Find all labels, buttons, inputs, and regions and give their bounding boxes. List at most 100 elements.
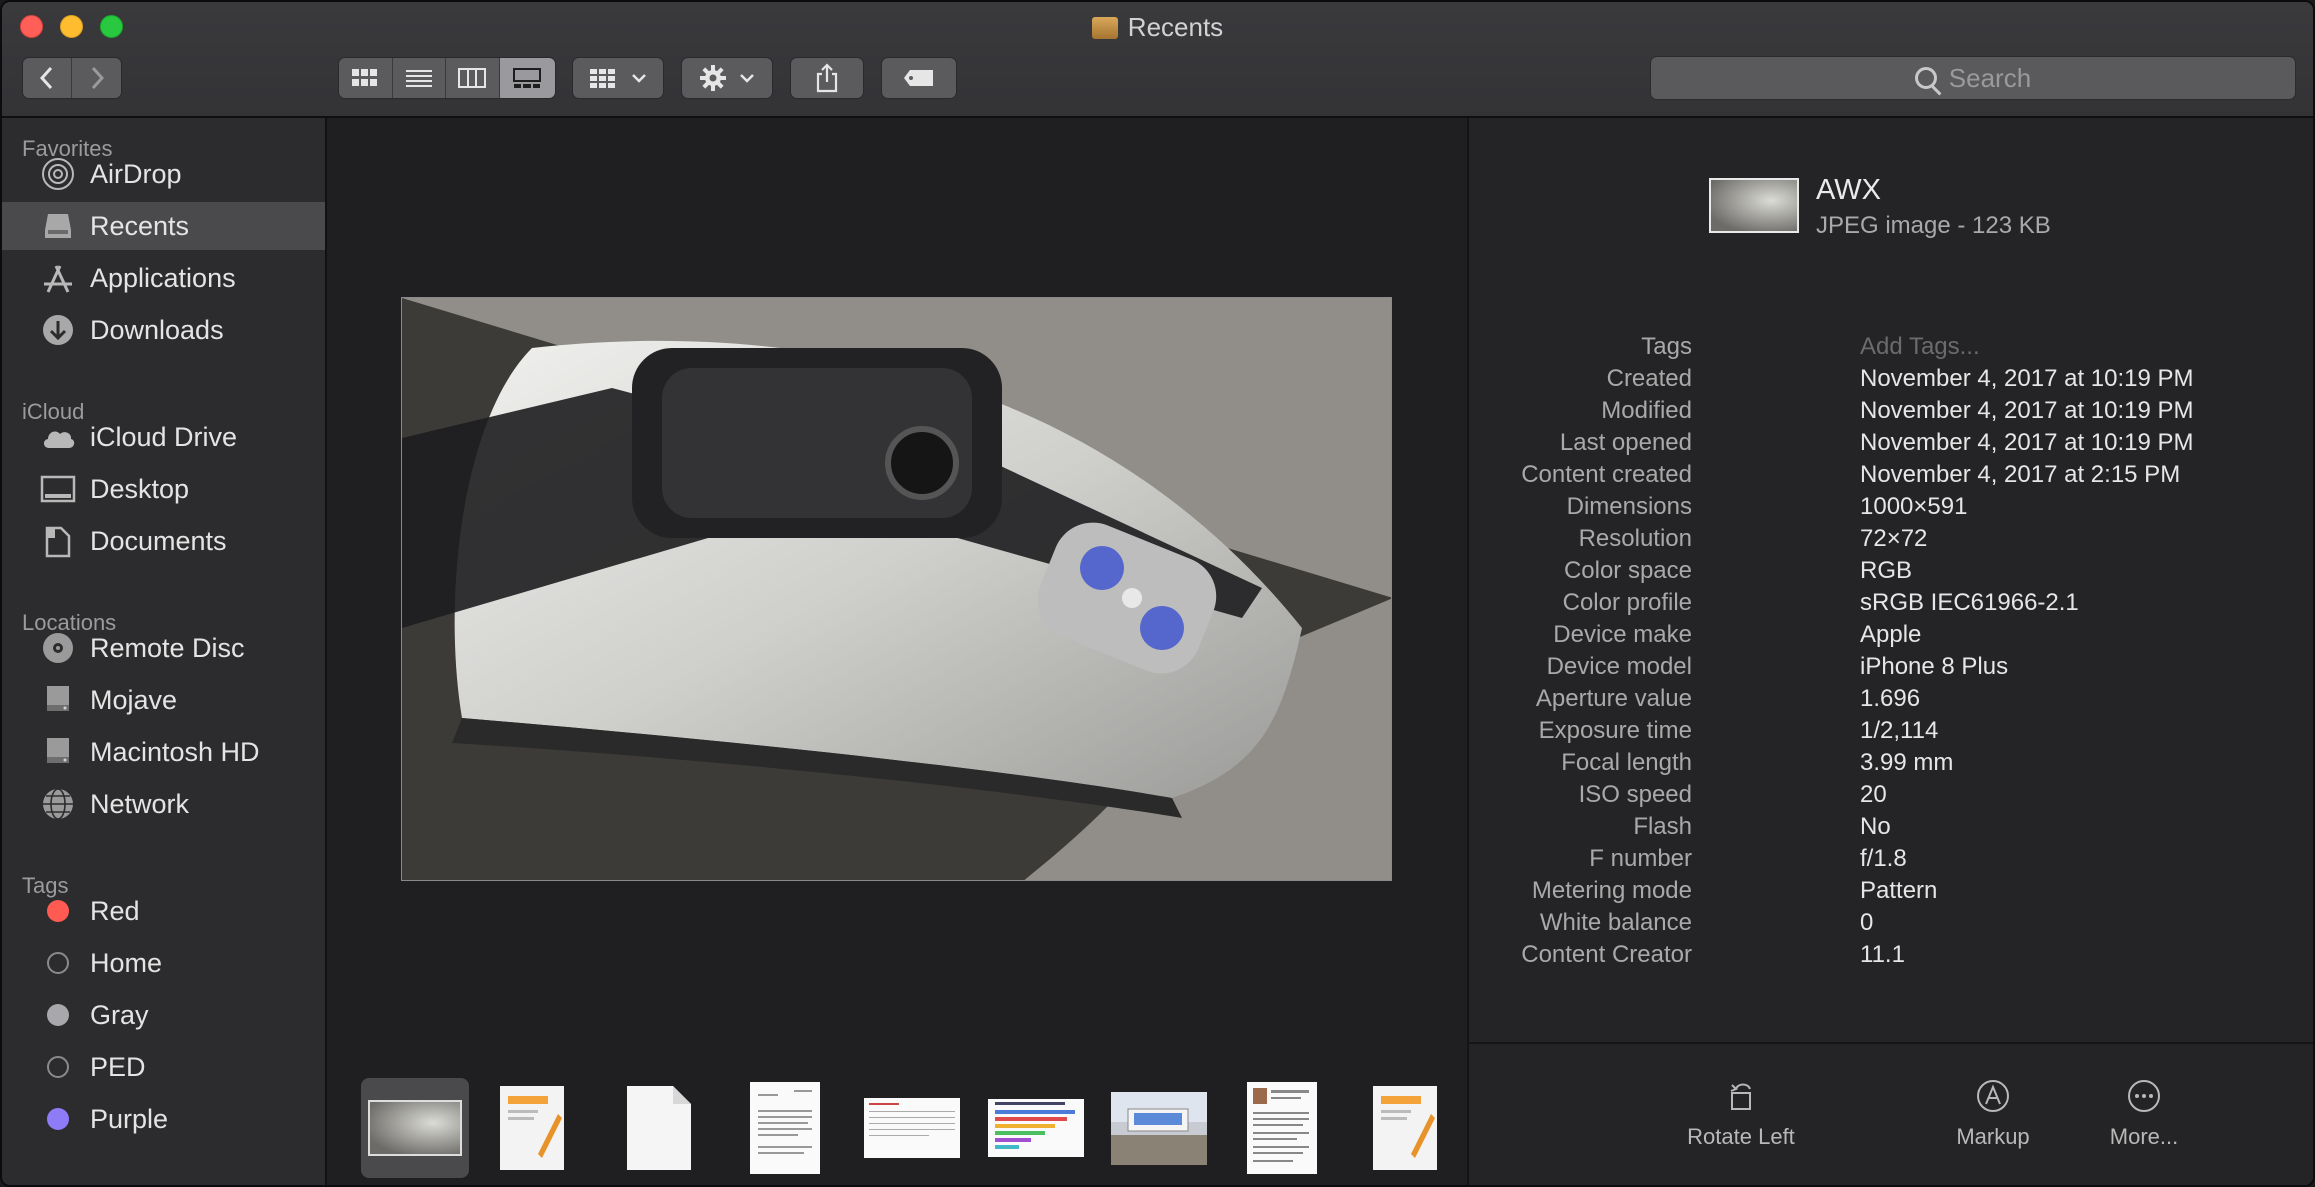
meta-row: Aperture value 1.696 — [1535, 685, 1921, 712]
cloud-icon — [40, 419, 76, 455]
sidebar-item-tag-red[interactable]: Red — [2, 887, 325, 935]
rotate-left-icon — [1730, 1083, 1751, 1110]
sidebar-item-label: iCloud Drive — [90, 421, 238, 452]
chevron-left-icon — [39, 66, 53, 90]
action-menu-button[interactable] — [681, 57, 773, 99]
list-view-button[interactable] — [392, 58, 446, 98]
group-grid-icon — [590, 69, 615, 88]
sidebar-item-tag-home[interactable]: Home — [2, 939, 325, 987]
edit-tags-button[interactable] — [881, 57, 957, 99]
thumbnail-resume-doc[interactable] — [1244, 1078, 1320, 1178]
sidebar-item-label: Home — [90, 947, 163, 978]
add-tags-field[interactable]: Add Tags... — [1860, 333, 1980, 361]
sidebar-item-tag-purple[interactable]: Purple — [2, 1095, 325, 1143]
forward-button[interactable] — [72, 58, 121, 98]
more-button[interactable]: More... — [2044, 1068, 2244, 1150]
info-inspector: AWX JPEG image - 123 KB Tags Add Tags... … — [1467, 118, 2313, 1185]
resume-document-icon — [1247, 1082, 1317, 1174]
gallery-thumbnail-strip — [327, 1054, 1467, 1185]
group-by-button[interactable] — [572, 57, 664, 99]
more-icon — [2128, 1080, 2160, 1112]
gear-icon — [700, 65, 726, 91]
meta-row: White balance 0 — [1539, 909, 1874, 936]
gallery-icon — [513, 68, 542, 88]
meta-row: Device make Apple — [1553, 621, 1922, 648]
share-button[interactable] — [790, 57, 864, 99]
sidebar-item-label: Network — [90, 788, 190, 819]
disc-icon — [40, 630, 76, 666]
sidebar-item-desktop[interactable]: Desktop — [2, 465, 325, 513]
sidebar-item-airdrop[interactable]: AirDrop — [2, 150, 325, 198]
sidebar-item-tag-gray[interactable]: Gray — [2, 991, 325, 1039]
column-view-button[interactable] — [446, 58, 500, 98]
sidebar-item-tag-ped[interactable]: PED — [2, 1043, 325, 1091]
sidebar-item-label: Applications — [90, 262, 236, 293]
back-button[interactable] — [23, 58, 73, 98]
thumbnail-pages-doc-1[interactable] — [497, 1078, 567, 1178]
phone-and-watch-photo — [402, 298, 1391, 880]
rotate-left-button[interactable]: Rotate Left — [1641, 1068, 1841, 1150]
purple-tag-icon — [47, 1108, 69, 1130]
empty-tag-icon — [47, 952, 69, 974]
search-field[interactable]: Search — [1650, 56, 2296, 100]
sidebar-item-downloads[interactable]: Downloads — [2, 306, 325, 354]
thumbnail-letter-doc[interactable] — [747, 1078, 823, 1178]
toolbar: Recents Search — [2, 2, 2313, 118]
meta-row: Flash No — [1633, 813, 1891, 840]
list-icon — [405, 70, 432, 87]
thumbnail-pages-doc-2[interactable] — [1370, 1078, 1440, 1178]
view-mode-control — [338, 57, 556, 99]
gallery-area — [327, 118, 1467, 1185]
chevron-down-icon — [632, 74, 646, 83]
chevron-down-icon — [740, 74, 754, 83]
thumbnail-spreadsheet[interactable] — [862, 1078, 962, 1178]
meta-row: F number f/1.8 — [1589, 845, 1907, 872]
thumbnail-awx[interactable] — [361, 1078, 469, 1178]
sidebar-item-recents[interactable]: Recents — [2, 202, 325, 250]
chevron-right-icon — [91, 66, 104, 90]
thumbnail-bar-chart-doc[interactable] — [986, 1078, 1086, 1178]
sidebar-item-network[interactable]: Network — [2, 780, 325, 828]
drive-icon — [40, 734, 76, 770]
sidebar-item-documents[interactable]: Documents — [2, 517, 325, 565]
sidebar-item-label: Downloads — [90, 314, 224, 345]
documents-icon — [40, 523, 76, 559]
sidebar-item-macintosh-hd[interactable]: Macintosh HD — [2, 728, 325, 776]
search-icon — [1914, 67, 1937, 89]
sidebar-item-mojave[interactable]: Mojave — [2, 676, 325, 724]
empty-tag-icon — [47, 1056, 69, 1078]
meta-row: ISO speed 20 — [1578, 781, 1887, 808]
thumbnail-building-photo[interactable] — [1109, 1078, 1209, 1178]
finder-window: Recents Search Favorites AirDrop Recents… — [0, 0, 2315, 1187]
meta-row: Modified November 4, 2017 at 10:19 PM — [1601, 397, 2194, 424]
chart-document-icon — [988, 1099, 1084, 1157]
meta-row: Created November 4, 2017 at 10:19 PM — [1606, 365, 2194, 392]
sidebar-item-remote-disc[interactable]: Remote Disc — [2, 624, 325, 672]
building-photo-icon — [1111, 1092, 1207, 1165]
meta-row-tags: Tags Add Tags... — [1641, 333, 1980, 361]
airdrop-icon — [40, 156, 76, 192]
file-name: AWX — [1816, 174, 1881, 206]
file-kind-size: JPEG image - 123 KB — [1816, 212, 2051, 239]
columns-icon — [458, 68, 487, 88]
icon-view-button[interactable] — [339, 58, 393, 98]
sidebar-item-label: AirDrop — [90, 158, 182, 189]
markup-icon — [1977, 1080, 2009, 1112]
sidebar-item-label: Remote Disc — [90, 632, 245, 663]
sidebar-item-icloud-drive[interactable]: iCloud Drive — [2, 413, 325, 461]
file-thumbnail — [1709, 178, 1799, 233]
sidebar-item-applications[interactable]: Applications — [2, 254, 325, 302]
thumbnail-blank-doc[interactable] — [624, 1078, 694, 1178]
meta-row: Device model iPhone 8 Plus — [1546, 653, 2009, 680]
sidebar-item-label: Gray — [90, 999, 149, 1030]
tag-icon — [904, 70, 933, 86]
sidebar-item-label: Red — [90, 895, 140, 926]
meta-row: Metering mode Pattern — [1531, 877, 1938, 904]
desktop-icon — [40, 471, 76, 507]
gallery-view-button[interactable] — [499, 58, 555, 98]
sidebar-item-label: Documents — [90, 525, 227, 556]
red-tag-icon — [47, 900, 69, 922]
spreadsheet-document-icon — [864, 1098, 960, 1158]
gallery-preview-image[interactable] — [401, 297, 1392, 881]
sidebar-item-label: Mojave — [90, 684, 178, 715]
